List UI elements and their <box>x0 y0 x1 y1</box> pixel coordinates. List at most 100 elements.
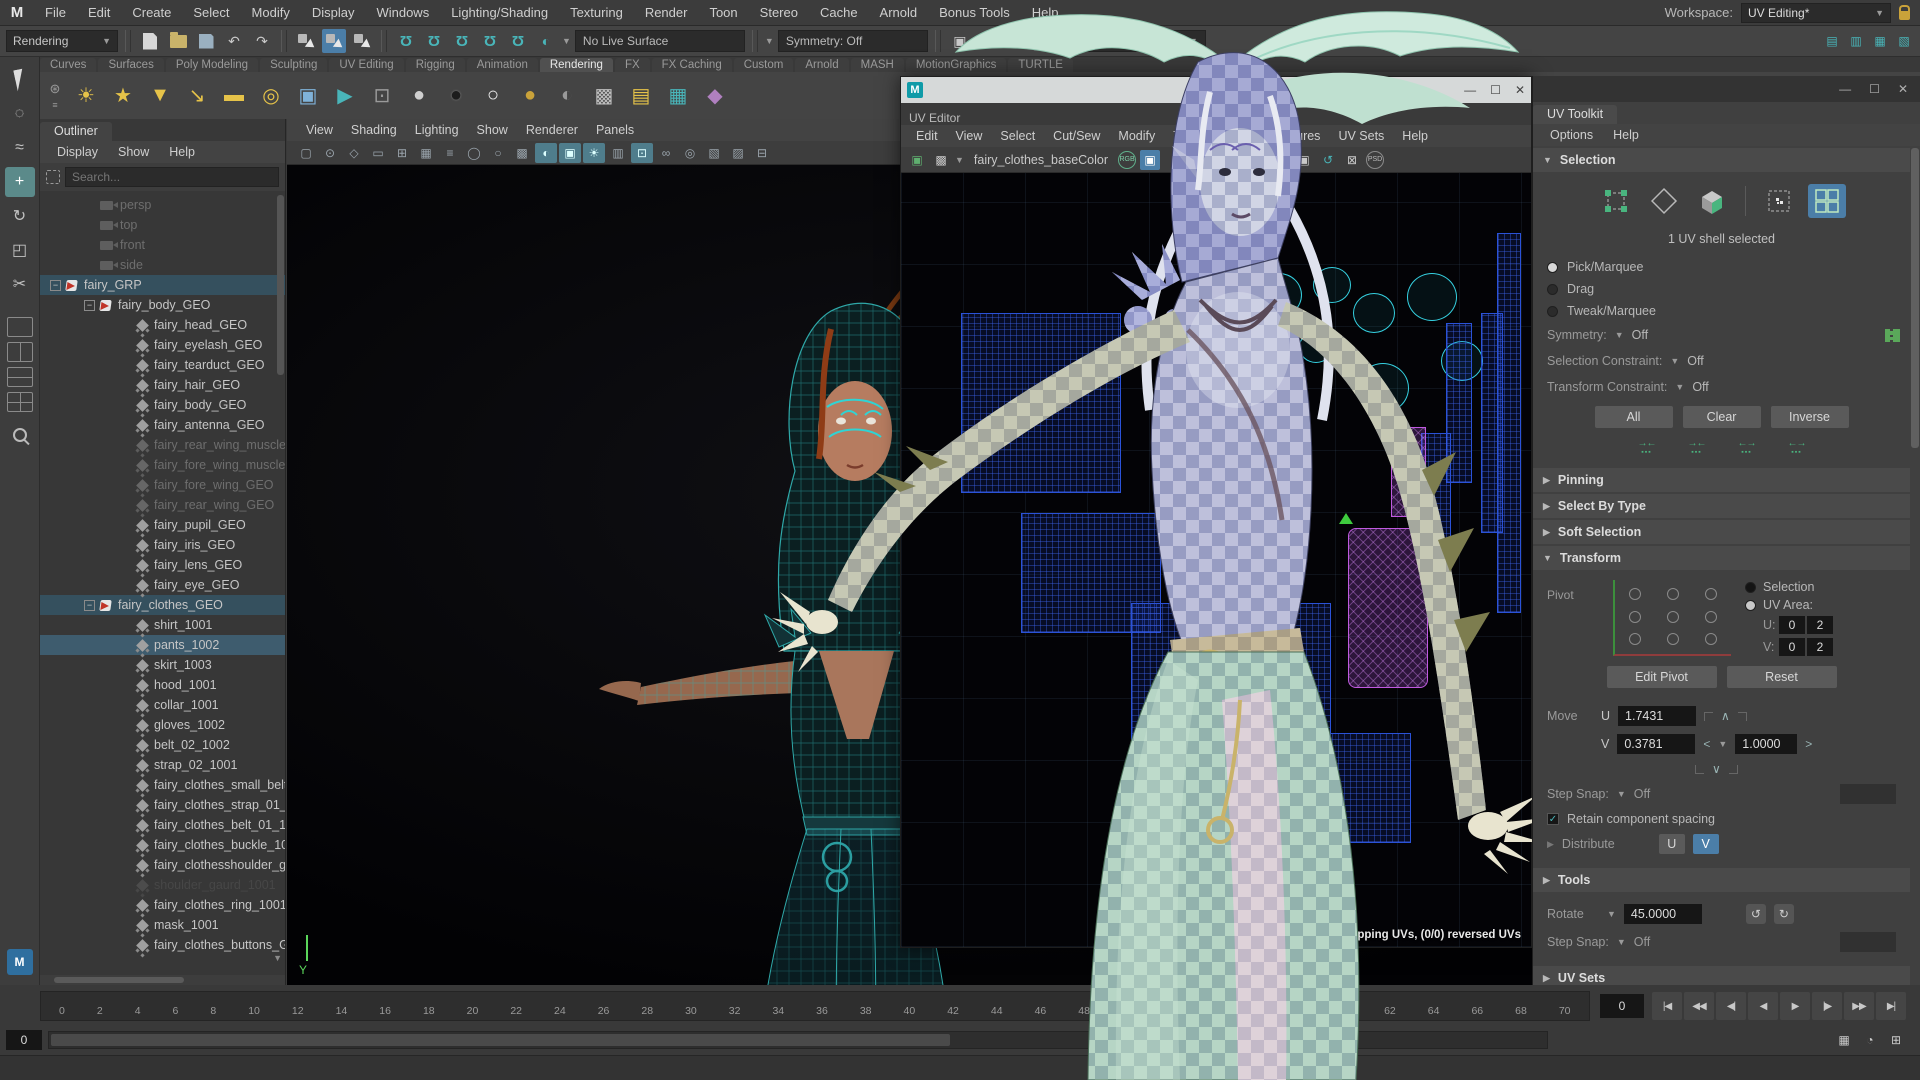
viewport-menu-item[interactable]: Shading <box>342 123 406 137</box>
divider[interactable] <box>281 30 287 52</box>
uv-editor-menu-item[interactable]: Select <box>991 129 1044 143</box>
move-step-field[interactable]: 1.0000 <box>1735 734 1797 754</box>
selection-button[interactable]: Inverse <box>1771 406 1849 428</box>
move-u-field[interactable]: 1.7431 <box>1618 706 1696 726</box>
chevron-down-icon[interactable]: ▼ <box>1718 739 1727 749</box>
directional-light-icon[interactable]: ↘ <box>180 79 214 113</box>
outliner-row[interactable]: − belt_02_1002 <box>40 735 285 755</box>
outliner-horizontal-scrollbar[interactable] <box>40 975 285 985</box>
uv-shell[interactable] <box>1299 331 1333 363</box>
outliner-row[interactable]: − collar_1001 <box>40 695 285 715</box>
outliner-tab[interactable]: Outliner <box>40 122 112 141</box>
menu-item[interactable]: Display <box>301 5 366 20</box>
resolution-gate-icon[interactable]: ⊞ <box>391 143 413 163</box>
divider[interactable] <box>752 30 758 52</box>
ramp-texture-icon[interactable]: ▤ <box>624 79 658 113</box>
range-slider[interactable] <box>48 1031 1548 1049</box>
vertex-selection-icon[interactable] <box>1597 184 1635 218</box>
uv-editor-menu-item[interactable]: Textures <box>1264 129 1329 143</box>
step-snap-value-field[interactable] <box>1840 784 1896 804</box>
selection-border-icon[interactable]: ←→▪▪▪ <box>1733 438 1761 458</box>
go-to-start-button[interactable]: |◀ <box>1652 992 1682 1020</box>
outliner-row[interactable]: − side <box>40 255 285 275</box>
section-header[interactable]: ▶Pinning <box>1533 468 1910 492</box>
viewport-menu-item[interactable]: Panels <box>587 123 643 137</box>
outliner-row[interactable]: − fairy_clothes_strap_01_1001 <box>40 795 285 815</box>
rotate-ccw-button[interactable]: ↺ <box>1746 904 1766 924</box>
render-settings-icon[interactable]: ⊡ <box>1004 29 1028 53</box>
expand-toggle[interactable]: − <box>50 280 61 291</box>
divider[interactable] <box>1257 149 1263 171</box>
distribute-u-button[interactable]: U <box>1659 834 1685 854</box>
outliner-row[interactable]: − front <box>40 235 285 255</box>
tool-settings-toggle-icon[interactable]: ▥ <box>1846 31 1866 51</box>
move-left-button[interactable]: < <box>1703 737 1710 751</box>
safe-title-icon[interactable]: ○ <box>487 143 509 163</box>
maya-m-icon[interactable]: M <box>7 949 33 975</box>
chevron-down-icon[interactable]: ▼ <box>1607 909 1616 919</box>
menu-item[interactable]: File <box>34 5 77 20</box>
divider[interactable] <box>935 30 941 52</box>
outliner-row[interactable]: − fairy_tearduct_GEO <box>40 355 285 375</box>
render-view-icon[interactable]: ▣ <box>948 29 972 53</box>
selection-range-icon[interactable]: ←→▪▪▪ <box>1783 438 1811 458</box>
workspace-lock-icon[interactable] <box>1899 11 1910 20</box>
outliner-row[interactable]: − gloves_1002 <box>40 715 285 735</box>
close-button[interactable]: ✕ <box>1898 82 1908 96</box>
uv-shell[interactable] <box>1151 733 1411 843</box>
attribute-editor-toggle-icon[interactable]: ▤ <box>1822 31 1842 51</box>
shading-map-icon[interactable]: ◆ <box>698 79 732 113</box>
uv-shell[interactable] <box>1407 273 1457 321</box>
outliner-row[interactable]: − fairy_eye_GEO <box>40 575 285 595</box>
spot-light-icon[interactable]: ▼ <box>143 79 177 113</box>
toolkit-scrollbar[interactable] <box>1911 148 1919 448</box>
shelf-tab[interactable]: Sculpting <box>260 58 327 72</box>
outliner-row[interactable]: − fairy_clothes_GEO <box>40 595 285 615</box>
area-light-icon[interactable]: ▬ <box>217 79 251 113</box>
make-live-icon[interactable]: ◐ <box>534 29 558 53</box>
rgb-channels-icon[interactable]: RGB <box>1118 151 1136 169</box>
outliner-row[interactable]: − fairy_head_GEO <box>40 315 285 335</box>
uv-editor-menu-item[interactable]: Help <box>1393 129 1437 143</box>
expand-toggle[interactable]: − <box>84 600 95 611</box>
shelf-tab[interactable]: Rigging <box>406 58 465 72</box>
chevron-down-icon[interactable]: ▼ <box>765 36 774 46</box>
uv-area-v-max[interactable]: 2 <box>1807 638 1833 656</box>
step-back-frame-button[interactable]: ◀| <box>1716 992 1746 1020</box>
pivot-selection-radio[interactable]: Selection <box>1745 580 1833 594</box>
play-forward-button[interactable]: ▶ <box>1780 992 1810 1020</box>
camera-attributes-icon[interactable]: ◇ <box>343 143 365 163</box>
menu-item[interactable]: Help <box>1021 5 1070 20</box>
xray-icon[interactable]: ▧ <box>703 143 725 163</box>
edit-pivot-button[interactable]: Edit Pivot <box>1607 666 1717 688</box>
shrink-selection-icon[interactable]: →←▪▪▪ <box>1633 438 1661 458</box>
outliner-row[interactable]: − fairy_hair_GEO <box>40 375 285 395</box>
outliner-row[interactable]: − shoulder_gaurd_1001 <box>40 875 285 895</box>
outliner-row[interactable]: − top <box>40 215 285 235</box>
outliner-row[interactable]: − fairy_body_GEO <box>40 295 285 315</box>
outliner-row[interactable]: − fairy_pupil_GEO <box>40 515 285 535</box>
uv-area-u-min[interactable]: 0 <box>1779 616 1805 634</box>
close-button[interactable]: ✕ <box>1515 83 1525 97</box>
uv-shell-selected[interactable] <box>1391 427 1426 517</box>
pause-viewport-icon[interactable]: ▌▌ <box>1032 29 1056 53</box>
refresh-image-icon[interactable]: ↺ <box>1318 150 1338 170</box>
outliner-row[interactable]: − fairy_clothesshoulder_gaurd_ <box>40 855 285 875</box>
grow-selection-icon[interactable]: →←▪▪▪ <box>1683 438 1711 458</box>
two-pane-layout-icon[interactable] <box>7 342 33 362</box>
outliner-row[interactable]: − mask_1001 <box>40 915 285 935</box>
edge-selection-icon[interactable] <box>1645 184 1683 218</box>
section-header[interactable]: ▶Select By Type <box>1533 494 1910 518</box>
pivot-position-grid[interactable] <box>1613 580 1731 656</box>
ipr-render-icon[interactable]: ▶ <box>328 79 362 113</box>
menu-item[interactable]: Texturing <box>559 5 634 20</box>
outliner-row[interactable]: − fairy_iris_GEO <box>40 535 285 555</box>
uv-shell[interactable] <box>1353 293 1395 333</box>
shelf-tab[interactable]: FX Caching <box>652 58 732 72</box>
distribute-v-button[interactable]: V <box>1693 834 1719 854</box>
select-object-icon[interactable] <box>322 29 346 53</box>
paint-select-tool-icon[interactable]: ≈ <box>5 133 35 163</box>
undo-icon[interactable]: ↶ <box>222 29 246 53</box>
divider[interactable] <box>125 30 131 52</box>
pixel-snap-icon[interactable]: ⊠ <box>1342 150 1362 170</box>
